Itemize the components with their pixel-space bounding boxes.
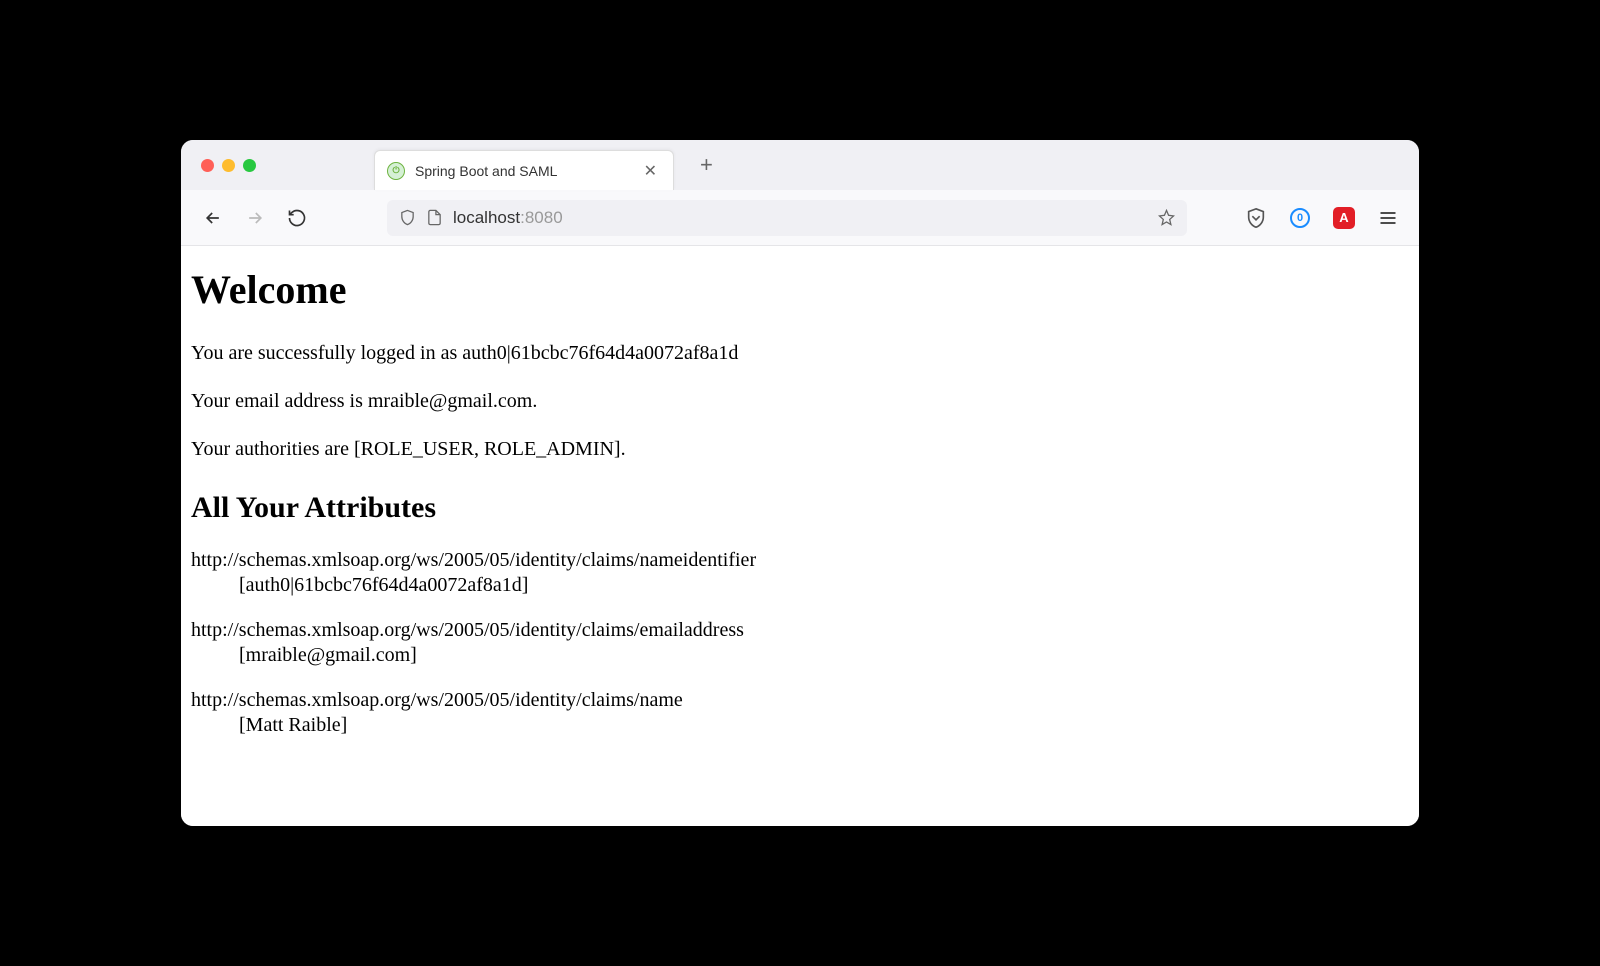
toolbar: localhost:8080 0 A — [181, 190, 1419, 246]
email-message: Your email address is mraible@gmail.com. — [191, 387, 1409, 415]
url-display: localhost:8080 — [453, 208, 563, 228]
new-tab-button[interactable]: + — [700, 152, 713, 178]
shield-icon — [399, 209, 416, 226]
onepassword-extension-icon[interactable]: 0 — [1289, 207, 1311, 229]
page-heading: Welcome — [191, 266, 1409, 313]
browser-tab[interactable]: ⏻ Spring Boot and SAML ✕ — [374, 150, 674, 190]
attribute-key: http://schemas.xmlsoap.org/ws/2005/05/id… — [191, 549, 1409, 572]
back-button[interactable] — [201, 206, 225, 230]
browser-window: ⏻ Spring Boot and SAML ✕ + localhost:808… — [181, 140, 1419, 826]
minimize-window-button[interactable] — [222, 159, 235, 172]
attribute-key: http://schemas.xmlsoap.org/ws/2005/05/id… — [191, 689, 1409, 712]
attribute-key: http://schemas.xmlsoap.org/ws/2005/05/id… — [191, 619, 1409, 642]
tab-title: Spring Boot and SAML — [415, 163, 640, 179]
attributes-list: http://schemas.xmlsoap.org/ws/2005/05/id… — [191, 549, 1409, 737]
bookmark-star-icon[interactable] — [1158, 209, 1175, 226]
authorities-message: Your authorities are [ROLE_USER, ROLE_AD… — [191, 435, 1409, 463]
menu-button[interactable] — [1377, 207, 1399, 229]
window-controls — [201, 159, 256, 172]
titlebar: ⏻ Spring Boot and SAML ✕ + — [181, 140, 1419, 190]
forward-button[interactable] — [243, 206, 267, 230]
pocket-icon[interactable] — [1245, 207, 1267, 229]
attribute-value: [mraible@gmail.com] — [239, 644, 1409, 667]
maximize-window-button[interactable] — [243, 159, 256, 172]
spring-favicon-icon: ⏻ — [387, 162, 405, 180]
toolbar-right: 0 A — [1245, 207, 1399, 229]
adblock-extension-icon[interactable]: A — [1333, 207, 1355, 229]
close-window-button[interactable] — [201, 159, 214, 172]
attributes-heading: All Your Attributes — [191, 491, 1409, 525]
attribute-value: [Matt Raible] — [239, 714, 1409, 737]
page-icon — [426, 209, 443, 226]
reload-button[interactable] — [285, 206, 309, 230]
page-content: Welcome You are successfully logged in a… — [181, 246, 1419, 826]
attribute-value: [auth0|61bcbc76f64d4a0072af8a1d] — [239, 574, 1409, 597]
address-bar[interactable]: localhost:8080 — [387, 200, 1187, 236]
close-tab-button[interactable]: ✕ — [640, 159, 661, 183]
login-message: You are successfully logged in as auth0|… — [191, 339, 1409, 367]
